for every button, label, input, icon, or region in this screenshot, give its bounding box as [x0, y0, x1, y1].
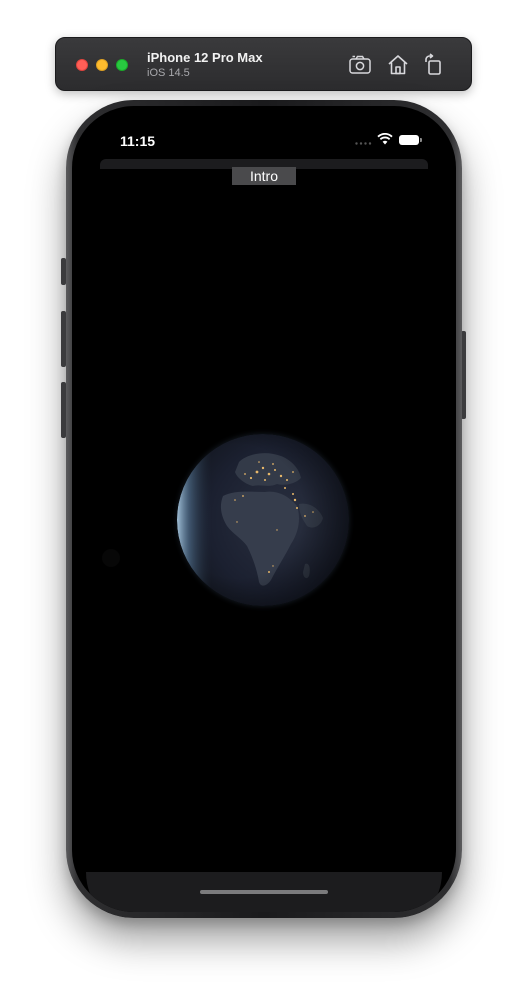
- intro-button[interactable]: Intro: [232, 167, 296, 185]
- os-version: iOS 14.5: [147, 67, 190, 79]
- device-screen: 11:15 Intro: [72, 106, 456, 912]
- wifi-icon: [377, 133, 393, 145]
- battery-icon: [399, 135, 422, 145]
- close-window-button[interactable]: [76, 59, 88, 71]
- earth-night-image: [177, 434, 349, 606]
- earth-globe[interactable]: [177, 434, 349, 606]
- home-indicator[interactable]: [200, 890, 328, 894]
- screenshot-icon: [349, 55, 371, 74]
- device-name: iPhone 12 Pro Max: [147, 50, 263, 65]
- rotate-button[interactable]: [422, 53, 446, 77]
- home-icon: [388, 55, 408, 75]
- signal-dots-icon: [355, 142, 372, 145]
- screenshot-button[interactable]: [348, 53, 372, 77]
- zoom-window-button[interactable]: [116, 59, 128, 71]
- home-button[interactable]: [386, 53, 410, 77]
- background-dot: [102, 549, 120, 567]
- status-time: 11:15: [120, 133, 156, 149]
- rotate-icon: [425, 53, 441, 75]
- simulator-title-bar: iPhone 12 Pro Max iOS 14.5: [55, 37, 472, 91]
- minimize-window-button[interactable]: [96, 59, 108, 71]
